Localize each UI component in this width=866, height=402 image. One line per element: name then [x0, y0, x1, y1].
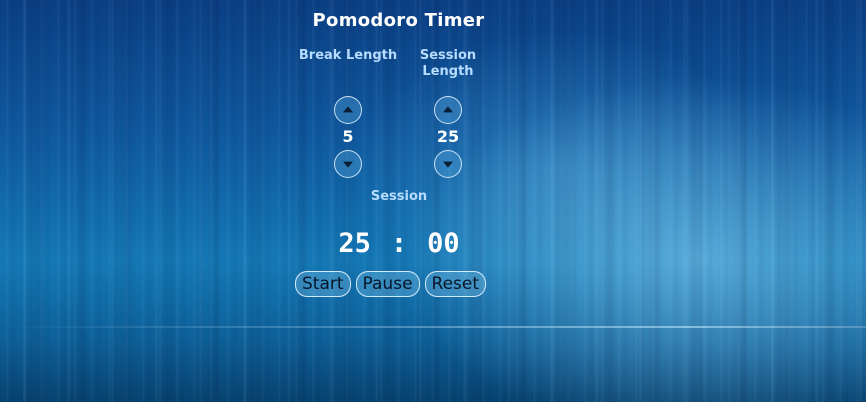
pause-button[interactable]: Pause	[355, 271, 420, 297]
triangle-up-icon	[343, 106, 353, 113]
break-decrement-button[interactable]	[334, 150, 362, 178]
timer-label: Session	[370, 189, 428, 204]
start-button[interactable]: Start	[295, 271, 351, 297]
reset-button[interactable]: Reset	[424, 271, 487, 297]
session-increment-button[interactable]	[434, 96, 462, 124]
timer-display: 25:00	[299, 228, 499, 259]
session-decrement-button[interactable]	[434, 150, 462, 178]
break-length-value: 5	[342, 127, 354, 146]
pomodoro-app: Pomodoro Timer Break Length 5 Session Le…	[0, 0, 866, 402]
break-length-control: Break Length 5	[298, 48, 398, 178]
timer-controls: Start Pause Reset	[295, 271, 487, 297]
timer-separator: :	[390, 228, 408, 259]
triangle-up-icon	[443, 106, 453, 113]
break-increment-button[interactable]	[334, 96, 362, 124]
triangle-down-icon	[443, 161, 453, 168]
session-length-value: 25	[436, 127, 460, 146]
timer-minutes: 25	[338, 228, 371, 259]
triangle-down-icon	[343, 161, 353, 168]
session-length-label: Session Length	[419, 48, 477, 79]
app-title: Pomodoro Timer	[312, 10, 485, 31]
break-length-label: Break Length	[298, 48, 398, 63]
timer-seconds: 00	[427, 228, 460, 259]
session-length-control: Session Length 25	[398, 48, 498, 178]
